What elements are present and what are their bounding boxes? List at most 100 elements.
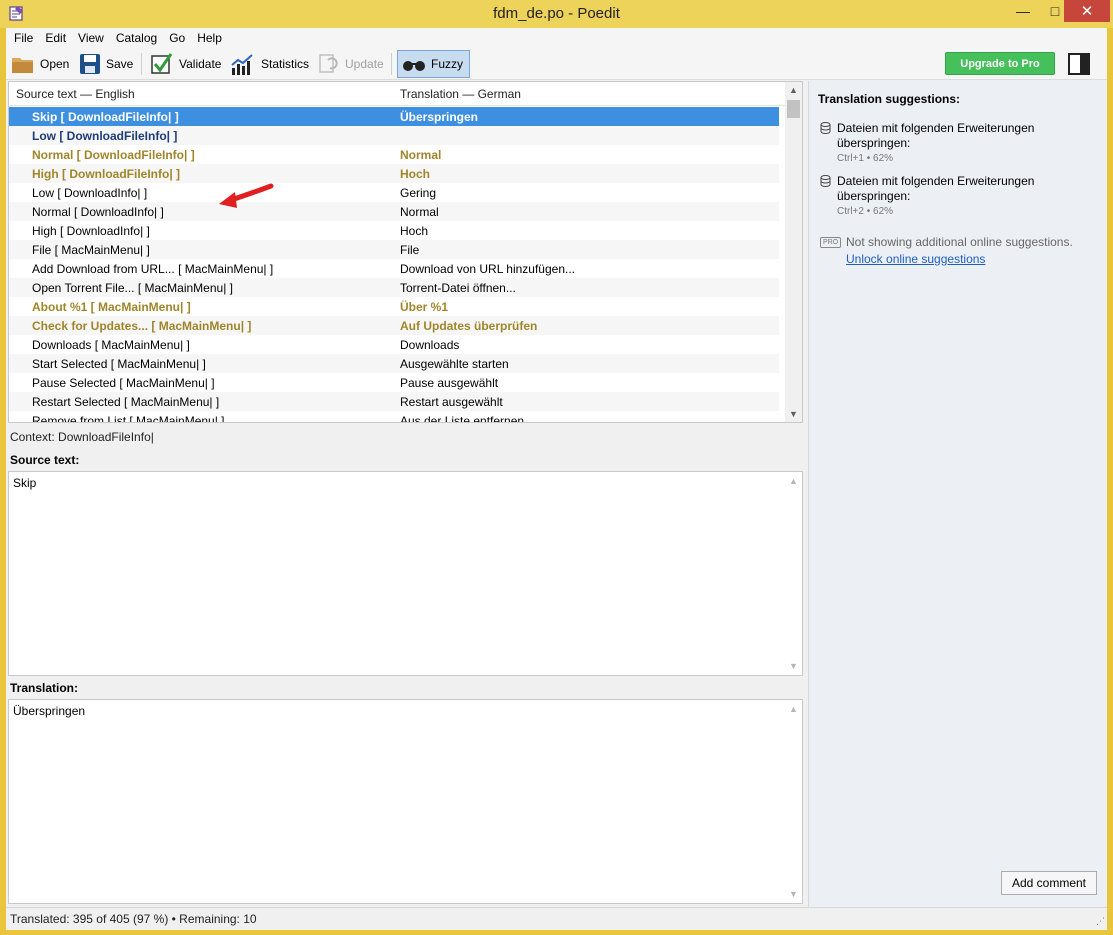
pro-notice-text: Not showing additional online suggestion…: [846, 235, 1073, 249]
table-row[interactable]: Normal [ DownloadInfo| ] Normal: [9, 202, 779, 221]
close-button[interactable]: ✕: [1064, 0, 1110, 22]
table-row[interactable]: File [ MacMainMenu| ] File: [9, 240, 779, 259]
toolbar-separator: [391, 53, 392, 75]
scroll-down-icon[interactable]: ▼: [785, 889, 802, 899]
row-source-text: Start Selected [ MacMainMenu| ]: [32, 357, 206, 371]
scroll-up-icon[interactable]: ▲: [785, 82, 802, 98]
table-row[interactable]: Skip [ DownloadFileInfo| ] Überspringen: [9, 107, 779, 126]
source-scrollbar[interactable]: ▲ ▼: [785, 472, 802, 675]
row-source-text: About %1 [ MacMainMenu| ]: [32, 300, 191, 314]
suggestion-item[interactable]: Dateien mit folgenden Erweiterungen über…: [820, 174, 1090, 222]
suggestion-item[interactable]: Dateien mit folgenden Erweiterungen über…: [820, 121, 1090, 169]
row-translation-text: Restart ausgewählt: [400, 395, 503, 409]
row-source-text: Normal [ DownloadFileInfo| ]: [32, 148, 195, 162]
row-source-text: Downloads [ MacMainMenu| ]: [32, 338, 190, 352]
row-translation-text: File: [400, 243, 420, 257]
add-comment-button[interactable]: Add comment: [1001, 871, 1097, 895]
row-translation-text: Download von URL hinzufügen...: [400, 262, 575, 276]
unlock-online-suggestions-link[interactable]: Unlock online suggestions: [846, 252, 985, 266]
row-source-text: Remove from List [ MacMainMenu| ]: [32, 414, 225, 423]
row-source-text: High [ DownloadInfo| ]: [32, 224, 150, 238]
menu-help[interactable]: Help: [191, 28, 228, 48]
row-translation-text: Aus der Liste entfernen: [400, 414, 525, 423]
floppy-disk-icon: [80, 54, 100, 74]
database-icon: [820, 175, 831, 187]
row-source-text: Pause Selected [ MacMainMenu| ]: [32, 376, 215, 390]
suggestions-sidebar: Translation suggestions: Dateien mit fol…: [808, 81, 1107, 907]
bar-chart-icon: [231, 54, 253, 75]
suggestion-text: Dateien mit folgenden Erweiterungen über…: [837, 174, 1035, 203]
database-icon: [820, 122, 831, 134]
row-source-text: Low [ DownloadInfo| ]: [32, 186, 148, 200]
list-body: Skip [ DownloadFileInfo| ] Überspringen Lo…: [9, 107, 785, 423]
update-button[interactable]: Update: [313, 50, 387, 78]
sidebar-toggle-icon[interactable]: [1068, 53, 1090, 75]
update-refresh-icon: [319, 54, 338, 73]
open-button[interactable]: Open: [8, 50, 72, 78]
validate-button[interactable]: Validate: [147, 50, 224, 78]
table-row[interactable]: Restart Selected [ MacMainMenu| ] Restart…: [9, 392, 779, 411]
menu-view[interactable]: View: [72, 28, 110, 48]
resize-grip-icon[interactable]: ⋰: [1096, 916, 1105, 927]
fuzzy-toggle-button[interactable]: Fuzzy: [397, 50, 471, 78]
table-row[interactable]: Start Selected [ MacMainMenu| ] Ausgewähl…: [9, 354, 779, 373]
scroll-up-icon[interactable]: ▲: [785, 476, 802, 486]
window-title: fdm_de.po - Poedit: [493, 5, 620, 22]
column-source-header[interactable]: Source text — English: [16, 87, 135, 101]
table-row[interactable]: High [ DownloadFileInfo| ] Hoch: [9, 164, 779, 183]
scroll-up-icon[interactable]: ▲: [785, 704, 802, 714]
menu-bar: File Edit View Catalog Go Help: [6, 28, 1107, 48]
list-scrollbar[interactable]: ▲ ▼: [785, 82, 802, 422]
row-source-text: High [ DownloadFileInfo| ]: [32, 167, 181, 181]
table-row[interactable]: Normal [ DownloadFileInfo| ] Normal: [9, 145, 779, 164]
row-source-text: Open Torrent File... [ MacMainMenu| ]: [32, 281, 233, 295]
translation-scrollbar[interactable]: ▲ ▼: [785, 700, 802, 903]
toolbar-separator: [141, 53, 142, 75]
menu-catalog[interactable]: Catalog: [110, 28, 163, 48]
statistics-button[interactable]: Statistics: [227, 50, 312, 78]
row-source-text: Low [ DownloadFileInfo| ]: [32, 129, 178, 143]
table-row[interactable]: Check for Updates... [ MacMainMenu| ] Auf…: [9, 316, 779, 335]
row-translation-text: Pause ausgewählt: [400, 376, 499, 390]
update-label: Update: [345, 57, 384, 71]
status-bar: Translated: 395 of 405 (97 %) • Remainin…: [6, 907, 1107, 929]
menu-file[interactable]: File: [8, 28, 39, 48]
row-translation-text: Normal: [400, 148, 442, 162]
table-row[interactable]: Add Download from URL... [ MacMainMenu| …: [9, 259, 779, 278]
column-translation-header[interactable]: Translation — German: [400, 87, 521, 101]
translation-list: Source text — English Translation — Germ…: [8, 81, 803, 423]
row-source-text: Check for Updates... [ MacMainMenu| ]: [32, 319, 252, 333]
source-text-content: Skip: [13, 476, 37, 490]
save-button[interactable]: Save: [76, 50, 136, 78]
validate-label: Validate: [179, 57, 222, 71]
row-translation-text: Downloads: [400, 338, 460, 352]
table-row[interactable]: Open Torrent File... [ MacMainMenu| ] Tor…: [9, 278, 779, 297]
open-label: Open: [40, 57, 70, 71]
table-row[interactable]: Remove from List [ MacMainMenu| ] Aus der…: [9, 411, 779, 423]
table-row[interactable]: Pause Selected [ MacMainMenu| ] Pause aus…: [9, 373, 779, 392]
table-row[interactable]: Downloads [ MacMainMenu| ] Downloads: [9, 335, 779, 354]
row-translation-text: Torrent-Datei öffnen...: [400, 281, 516, 295]
scroll-down-icon[interactable]: ▼: [785, 406, 802, 422]
scroll-thumb[interactable]: [787, 100, 800, 118]
row-translation-text: Hoch: [400, 224, 429, 238]
scroll-down-icon[interactable]: ▼: [785, 661, 802, 671]
table-row[interactable]: High [ DownloadInfo| ] Hoch: [9, 221, 779, 240]
table-row[interactable]: Low [ DownloadInfo| ] Gering: [9, 183, 779, 202]
table-row[interactable]: Low [ DownloadFileInfo| ]: [9, 126, 779, 145]
upgrade-to-pro-button[interactable]: Upgrade to Pro: [945, 52, 1055, 75]
context-line: Context: DownloadFileInfo|: [10, 430, 154, 444]
status-text: Translated: 395 of 405 (97 %) • Remainin…: [10, 912, 257, 926]
row-translation-text: Hoch: [400, 167, 430, 181]
menu-go[interactable]: Go: [163, 28, 191, 48]
menu-edit[interactable]: Edit: [39, 28, 72, 48]
table-row[interactable]: About %1 [ MacMainMenu| ] Über %1: [9, 297, 779, 316]
row-translation-text: Auf Updates überprüfen: [400, 319, 538, 333]
minimize-button[interactable]: —: [1008, 0, 1038, 22]
folder-icon: [12, 58, 33, 73]
app-window: File Edit View Catalog Go Help Open Save: [6, 28, 1107, 930]
row-source-text: File [ MacMainMenu| ]: [32, 243, 150, 257]
source-text-box[interactable]: Skip ▲ ▼: [8, 471, 803, 676]
row-source-text: Add Download from URL... [ MacMainMenu| …: [32, 262, 274, 276]
translation-text-box[interactable]: Überspringen ▲ ▼: [8, 699, 803, 904]
